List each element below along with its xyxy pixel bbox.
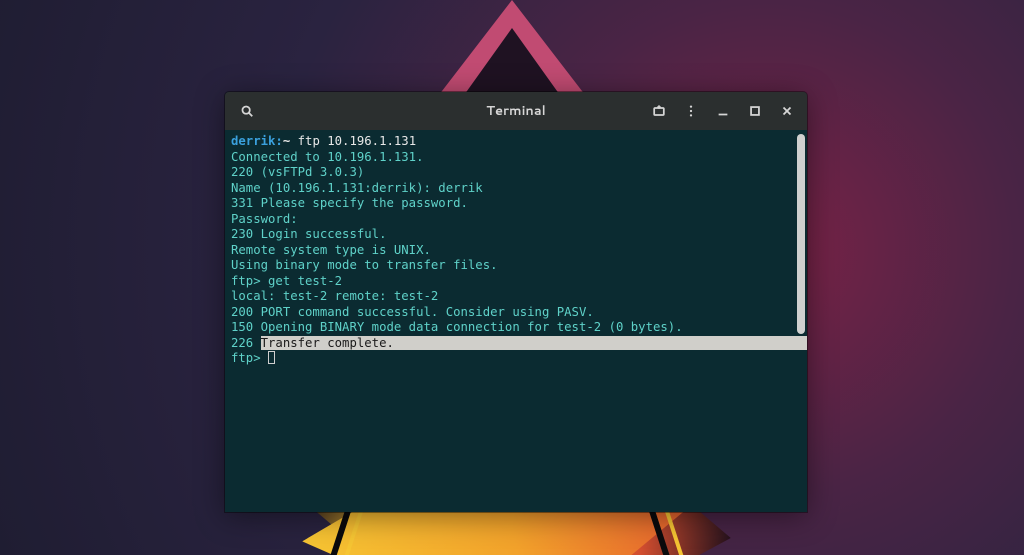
command-text: ftp 10.196.1.131	[298, 134, 416, 148]
terminal-line: Name (10.196.1.131:derrik): derrik	[231, 181, 807, 197]
close-button[interactable]	[773, 97, 801, 125]
minimize-button[interactable]	[709, 97, 737, 125]
terminal-line: Remote system type is UNIX.	[231, 243, 807, 259]
prompt-user: derrik	[231, 134, 275, 148]
terminal-line: 150 Opening BINARY mode data connection …	[231, 320, 807, 336]
prompt-sep: :	[275, 134, 282, 148]
selected-text-pad	[394, 336, 807, 350]
search-button[interactable]	[233, 97, 261, 125]
terminal-line: local: test-2 remote: test-2	[231, 289, 807, 305]
terminal-line: 230 Login successful.	[231, 227, 807, 243]
menu-button[interactable]	[677, 97, 705, 125]
cursor	[268, 351, 275, 364]
prompt-sep2	[290, 134, 297, 148]
search-icon	[240, 104, 254, 118]
kebab-menu-icon	[684, 104, 698, 118]
terminal-line: ftp> get test-2	[231, 274, 807, 290]
maximize-icon	[748, 104, 762, 118]
scrollbar-thumb[interactable]	[797, 134, 805, 334]
terminal-window: Terminal derrik:~ ftp 10.196.1.131 Conne…	[225, 92, 807, 512]
ftp-prompt: ftp>	[231, 351, 268, 365]
minimize-icon	[716, 104, 730, 118]
selected-text: Transfer complete.	[261, 336, 394, 350]
terminal-line: Connected to 10.196.1.131.	[231, 150, 807, 166]
terminal-line: 200 PORT command successful. Consider us…	[231, 305, 807, 321]
terminal-line: ftp>	[231, 351, 807, 367]
output-code: 226	[231, 336, 261, 350]
terminal-line: derrik:~ ftp 10.196.1.131	[231, 134, 807, 150]
new-tab-button[interactable]	[645, 97, 673, 125]
terminal-body[interactable]: derrik:~ ftp 10.196.1.131 Connected to 1…	[225, 130, 807, 512]
maximize-button[interactable]	[741, 97, 769, 125]
terminal-line: 220 (vsFTPd 3.0.3)	[231, 165, 807, 181]
terminal-line: 331 Please specify the password.	[231, 196, 807, 212]
terminal-line: 226 Transfer complete.	[231, 336, 807, 352]
new-tab-icon	[652, 104, 666, 118]
close-icon	[780, 104, 794, 118]
terminal-line: Password:	[231, 212, 807, 228]
terminal-line: Using binary mode to transfer files.	[231, 258, 807, 274]
window-titlebar[interactable]: Terminal	[225, 92, 807, 130]
